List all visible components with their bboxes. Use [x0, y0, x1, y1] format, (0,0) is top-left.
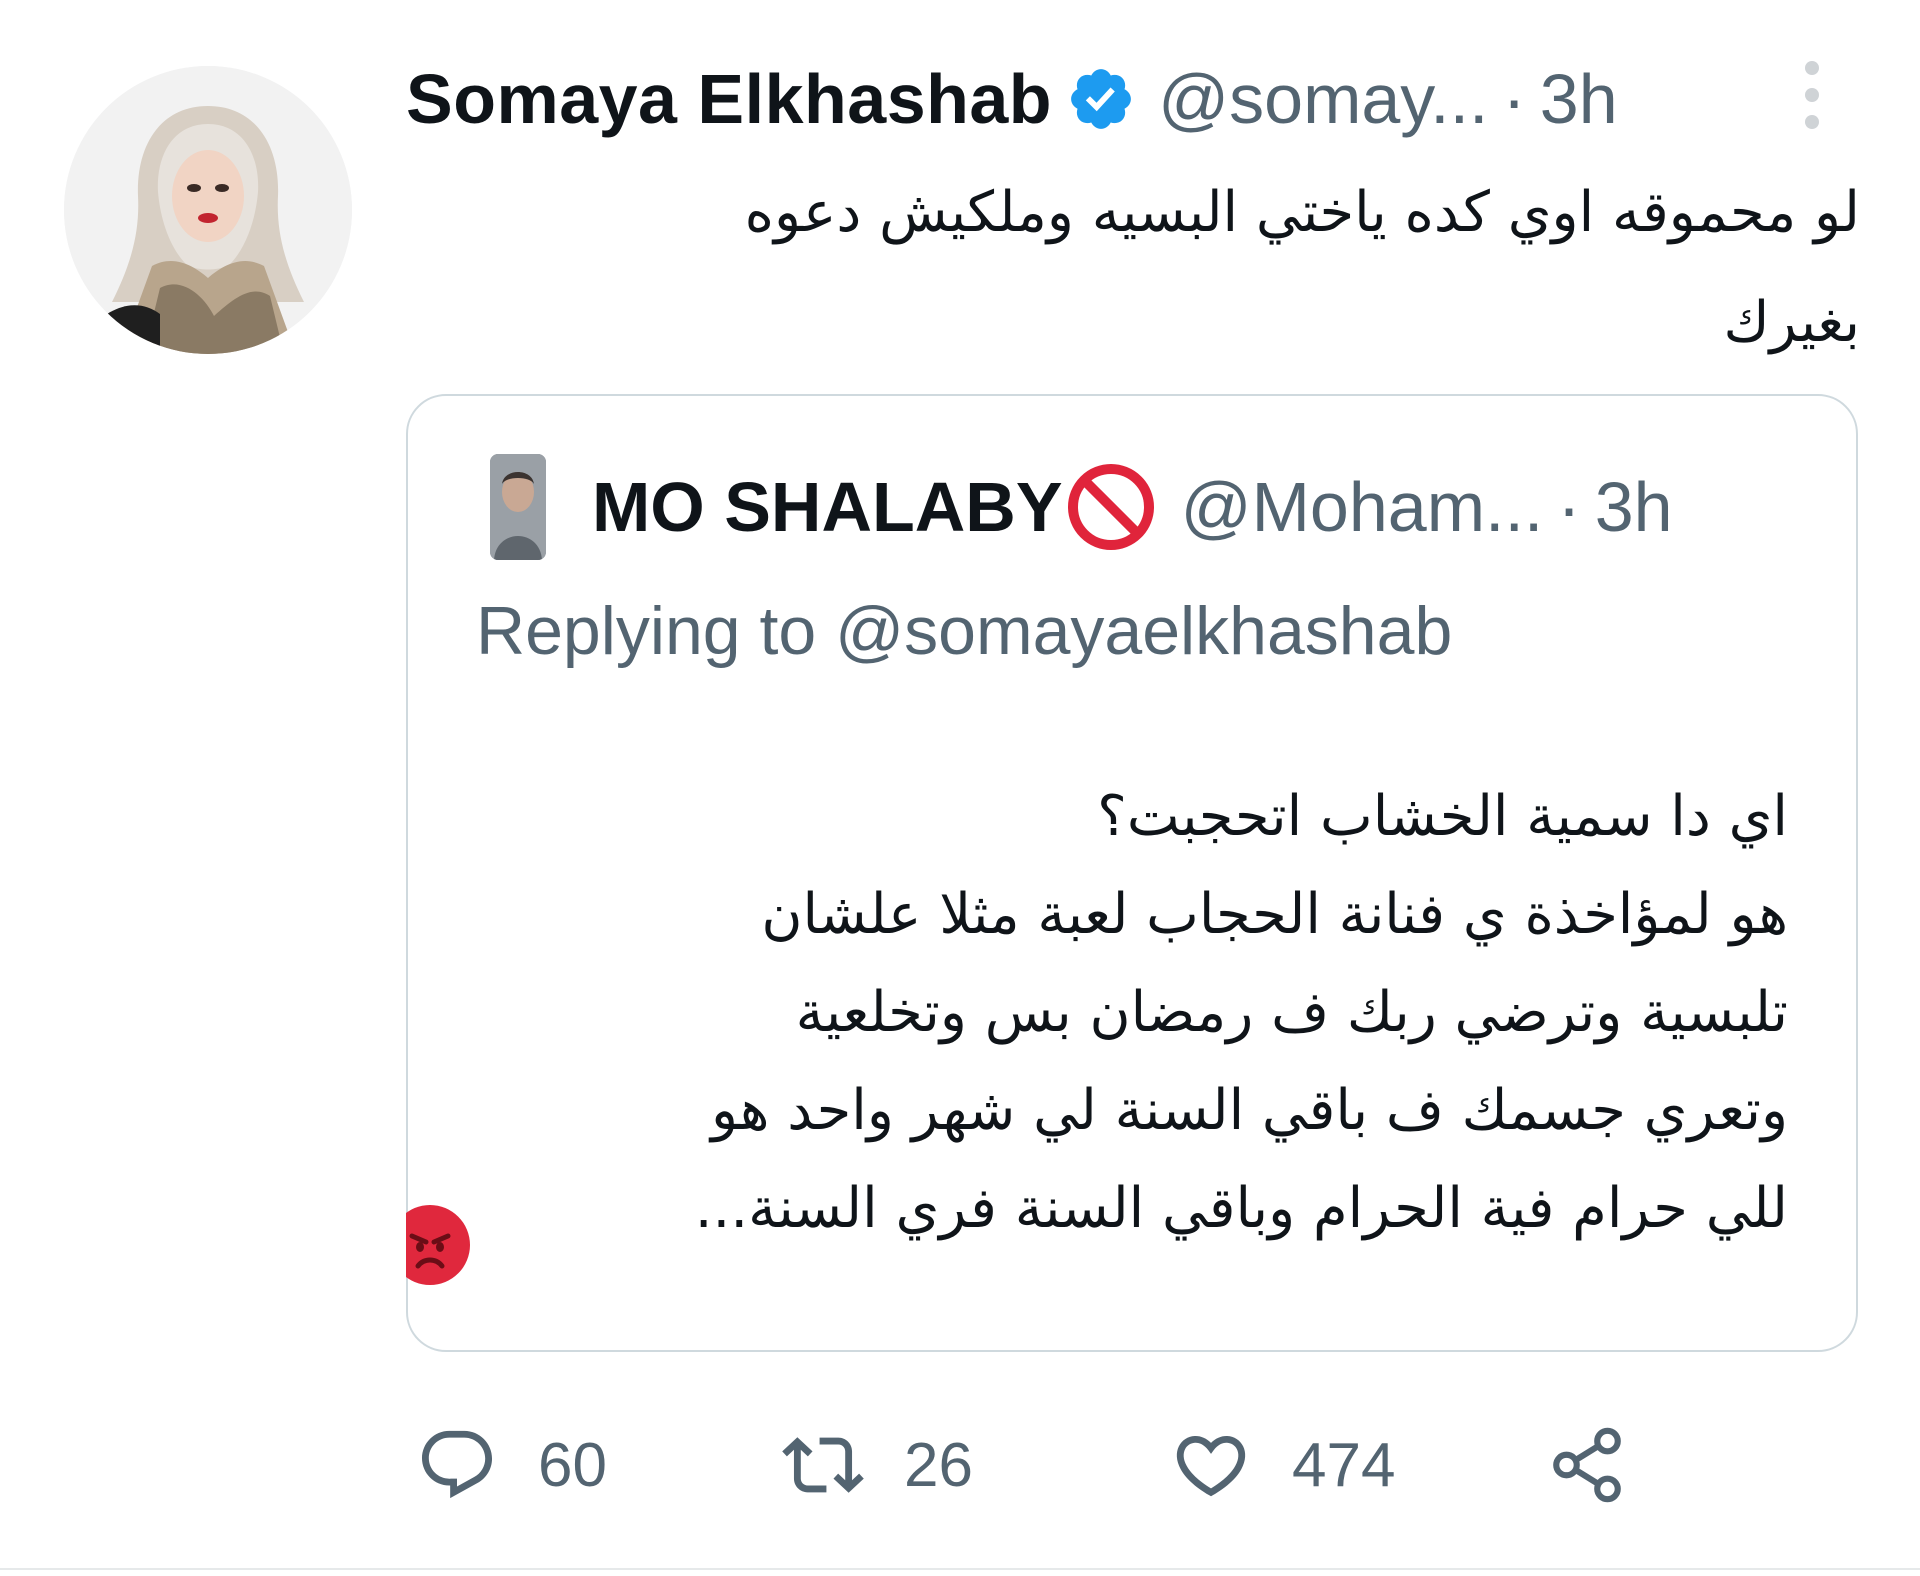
quoted-tweet-timestamp[interactable]: 3h — [1595, 467, 1673, 547]
tweet-header: Somaya Elkhashab @somay... · 3h — [406, 54, 1618, 144]
quoted-header-separator: · — [1557, 468, 1581, 546]
quoted-text-line: وتعري جسمك ف باقي السنة لي شهر واحد هو — [710, 1078, 1788, 1143]
divider — [0, 1568, 1920, 1570]
prohibited-emoji-icon — [1067, 464, 1154, 550]
tweet-actions: 60 26 474 — [416, 1420, 1716, 1510]
tweet[interactable]: Somaya Elkhashab @somay... · 3h لو محموق… — [0, 0, 1920, 1576]
quoted-text-line: اي دا سمية الخشاب اتحجبت؟ — [1097, 784, 1788, 849]
author-avatar[interactable] — [64, 66, 352, 354]
heart-icon — [1176, 1435, 1246, 1497]
reply-icon — [421, 1430, 493, 1499]
reply-button[interactable]: 60 — [416, 1420, 607, 1510]
quoted-text-line: للي حرام فية الحرام وباقي السنة فري السن… — [694, 1176, 1788, 1241]
reply-count: 60 — [538, 1430, 607, 1500]
quoted-author-handle[interactable]: @Moham... — [1181, 467, 1544, 547]
share-icon — [1553, 1427, 1621, 1503]
quoted-text-line: هو لمؤاخذة ي فنانة الحجاب لعبة مثلا علشا… — [761, 882, 1788, 947]
quoted-author-name[interactable]: MO SHALABY — [592, 467, 1063, 547]
angry-face-emoji-icon — [406, 1205, 470, 1285]
replying-to-label: Replying to — [476, 593, 817, 669]
retweet-button[interactable]: 26 — [782, 1420, 973, 1510]
replying-to-handle[interactable]: @somayaelkhashab — [835, 593, 1452, 669]
quoted-tweet-header: MO SHALABY @Moham... · 3h — [490, 452, 1673, 562]
author-avatar-image — [64, 66, 352, 354]
quoted-author-avatar-image — [490, 454, 546, 560]
quoted-tweet-text: اي دا سمية الخشاب اتحجبت؟ هو لمؤاخذة ي ف… — [408, 768, 1788, 1258]
author-name[interactable]: Somaya Elkhashab — [406, 59, 1052, 139]
retweet-icon — [782, 1437, 864, 1493]
verified-badge-icon — [1071, 69, 1131, 129]
quoted-author-avatar[interactable] — [490, 454, 546, 560]
quoted-text-line: تلبسية وترضي ربك ف رمضان بس وتخلعية — [795, 980, 1788, 1045]
quoted-tweet[interactable]: MO SHALABY @Moham... · 3h Replying to @s… — [406, 394, 1858, 1352]
replying-to: Replying to @somayaelkhashab — [476, 592, 1452, 670]
tweet-text-line: لو محموقه اوي كده ياختي البسيه وملكيش دع… — [744, 180, 1860, 245]
share-button[interactable] — [1546, 1420, 1628, 1510]
tweet-timestamp[interactable]: 3h — [1540, 59, 1618, 139]
tweet-text-line: بغيرك — [1723, 290, 1860, 355]
retweet-count: 26 — [904, 1430, 973, 1500]
more-vertical-icon[interactable] — [1800, 58, 1824, 132]
author-handle[interactable]: @somay... — [1158, 59, 1488, 139]
like-button[interactable]: 474 — [1170, 1420, 1395, 1510]
tweet-text: لو محموقه اوي كده ياختي البسيه وملكيش دع… — [420, 158, 1860, 378]
like-count: 474 — [1292, 1430, 1396, 1500]
header-separator: · — [1502, 60, 1526, 138]
